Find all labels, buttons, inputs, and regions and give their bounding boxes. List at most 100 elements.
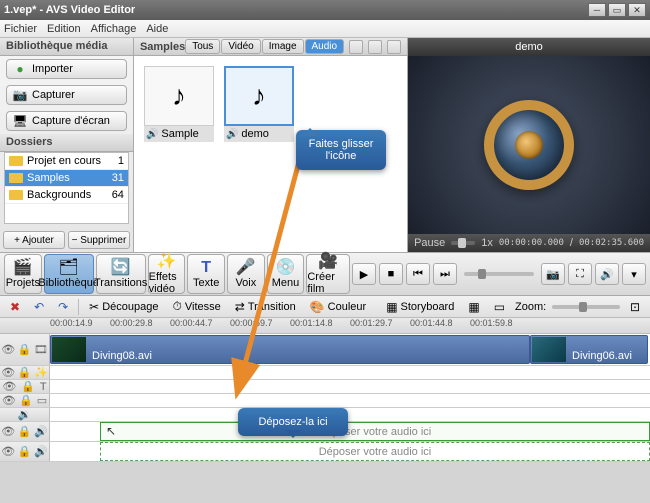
- effects-track-head: 👁🔒✨: [0, 366, 50, 379]
- undo-icon: ↶: [34, 300, 44, 314]
- window-title: 1.vep* - AVS Video Editor: [4, 4, 586, 16]
- view-options-button[interactable]: [387, 40, 401, 54]
- audio-track-body[interactable]: Déposer votre audio ici ↖: [50, 422, 650, 441]
- effects-track: 👁🔒✨: [0, 366, 650, 380]
- filter-image[interactable]: Image: [262, 39, 304, 54]
- filter-audio[interactable]: Audio: [305, 39, 345, 54]
- undo-tool[interactable]: ↶: [30, 299, 48, 315]
- lock-icon[interactable]: 🔒: [19, 394, 33, 407]
- text-track-body[interactable]: [50, 380, 650, 393]
- menu-edition[interactable]: Edition: [47, 23, 81, 35]
- audio-drop-zone[interactable]: Déposer votre audio ici: [100, 422, 650, 441]
- next-button[interactable]: ⏭: [433, 263, 457, 285]
- projets-button[interactable]: 🎬Projets: [4, 254, 42, 294]
- couleur-tool[interactable]: 🎨Couleur: [306, 299, 370, 315]
- eye-icon[interactable]: 👁: [2, 380, 16, 393]
- music-note-icon: ♪: [252, 80, 266, 112]
- lock-icon[interactable]: 🔒: [18, 425, 32, 438]
- effets-button[interactable]: ✨Effets vidéo: [148, 254, 186, 294]
- audio-track-2: 👁🔒🔊 Déposer votre audio ici: [0, 442, 650, 462]
- playback-slider[interactable]: [464, 272, 534, 276]
- fullscreen-button[interactable]: ⛶: [568, 263, 592, 285]
- sidebar: Bibliothèque média ● Importer 📷 Capturer…: [0, 38, 134, 252]
- lock-icon[interactable]: 🔒: [18, 445, 32, 458]
- linked-audio-track-body[interactable]: [50, 408, 650, 421]
- voix-button[interactable]: 🎤Voix: [227, 254, 265, 294]
- view-options-button[interactable]: [368, 40, 382, 54]
- collapse-button[interactable]: ▭: [490, 299, 509, 315]
- zoom-fit-button[interactable]: ⊡: [626, 299, 644, 315]
- stop-button[interactable]: ■: [379, 263, 403, 285]
- decoupage-tool[interactable]: ✂Découpage: [85, 299, 162, 315]
- minimize-button[interactable]: ─: [588, 3, 606, 17]
- menu-button[interactable]: 💿Menu: [267, 254, 305, 294]
- bibliotheque-button[interactable]: 🗂Bibliothèque: [44, 254, 94, 294]
- audio-drop-hint: Déposer votre audio ici: [319, 446, 432, 458]
- menu-fichier[interactable]: Fichier: [4, 23, 37, 35]
- delete-tool[interactable]: ✖: [6, 299, 24, 315]
- time-mark: 00:01:29.7: [350, 318, 410, 333]
- eye-icon[interactable]: 👁: [1, 445, 15, 458]
- creer-film-button[interactable]: 🎥Créer film: [306, 254, 350, 294]
- lock-icon[interactable]: 🔒: [18, 343, 32, 356]
- overlay-track-body[interactable]: [50, 394, 650, 407]
- menu-affichage[interactable]: Affichage: [91, 23, 137, 35]
- video-track: 👁 🔒 🎞 Diving08.avi Diving06.avi: [0, 334, 650, 366]
- preview-seek-slider[interactable]: [451, 241, 475, 245]
- audio-track-body[interactable]: Déposer votre audio ici: [50, 442, 650, 461]
- texte-button[interactable]: TTexte: [187, 254, 225, 294]
- effects-track-body[interactable]: [50, 366, 650, 379]
- close-button[interactable]: ✕: [628, 3, 646, 17]
- folder-backgrounds[interactable]: Backgrounds 64: [5, 187, 128, 204]
- filter-video[interactable]: Vidéo: [221, 39, 260, 54]
- play-button[interactable]: ▶: [352, 263, 376, 285]
- folder-name: Samples: [27, 172, 70, 184]
- folder-samples[interactable]: Samples 31: [5, 170, 128, 187]
- eye-icon[interactable]: 👁: [2, 394, 16, 407]
- folder-projet[interactable]: Projet en cours 1: [5, 153, 128, 170]
- zoom-slider[interactable]: [552, 305, 620, 309]
- menu-aide[interactable]: Aide: [146, 23, 168, 35]
- transition-tool[interactable]: ⇄Transition: [231, 299, 300, 315]
- add-folder-button[interactable]: + Ajouter: [3, 231, 65, 249]
- import-button[interactable]: ● Importer: [6, 59, 127, 79]
- vitesse-tool[interactable]: ⏱Vitesse: [169, 298, 225, 315]
- vitesse-label: Vitesse: [185, 301, 221, 313]
- time-ruler[interactable]: 00:00:14.9 00:00:29.8 00:00:44.7 00:00:5…: [0, 318, 650, 334]
- video-track-icon: 🎞: [34, 343, 48, 356]
- color-icon: 🎨: [310, 300, 325, 314]
- filter-tous[interactable]: Tous: [185, 39, 220, 54]
- scissors-icon: ✂: [89, 300, 99, 314]
- eye-icon[interactable]: 👁: [1, 366, 15, 379]
- volume-button[interactable]: 🔊: [595, 263, 619, 285]
- lock-icon[interactable]: 🔒: [21, 380, 35, 393]
- biblio-label: Bibliothèque: [38, 277, 99, 289]
- prev-button[interactable]: ⏮: [406, 263, 430, 285]
- timeline: 00:00:14.9 00:00:29.8 00:00:44.7 00:00:5…: [0, 318, 650, 462]
- grid-view-button[interactable]: ▦: [464, 299, 483, 315]
- delete-folder-button[interactable]: − Supprimer: [68, 231, 130, 249]
- redo-tool[interactable]: ↷: [54, 299, 72, 315]
- snapshot-button[interactable]: 📷: [541, 263, 565, 285]
- capture-button[interactable]: 📷 Capturer: [6, 85, 127, 105]
- maximize-button[interactable]: ▭: [608, 3, 626, 17]
- dropdown-icon[interactable]: [349, 40, 363, 54]
- screen-capture-button[interactable]: 🖥 Capture d'écran: [6, 111, 127, 131]
- redo-icon: ↷: [58, 300, 68, 314]
- media-item-sample[interactable]: ♪ 🔊Sample: [144, 66, 214, 242]
- lock-icon[interactable]: 🔒: [18, 366, 32, 379]
- audio-track-icon: 🔊: [34, 445, 48, 458]
- zoom-label: Zoom:: [515, 301, 546, 313]
- audio-drop-zone[interactable]: Déposer votre audio ici: [100, 442, 650, 461]
- media-item-demo[interactable]: ♪ 🔊demo: [224, 66, 294, 242]
- storyboard-toggle[interactable]: ▦Storyboard: [382, 299, 458, 315]
- effects-icon: ✨: [157, 254, 177, 270]
- eye-icon[interactable]: 👁: [1, 425, 15, 438]
- volume-dropdown[interactable]: ▾: [622, 263, 646, 285]
- transitions-button[interactable]: 🔄Transitions: [96, 254, 146, 294]
- eye-icon[interactable]: 👁: [1, 343, 15, 356]
- video-track-body[interactable]: Diving08.avi Diving06.avi: [50, 334, 650, 365]
- clip-diving06[interactable]: Diving06.avi: [530, 335, 648, 364]
- clip-diving08[interactable]: Diving08.avi: [50, 335, 530, 364]
- time-mark: 00:00:44.7: [170, 318, 230, 333]
